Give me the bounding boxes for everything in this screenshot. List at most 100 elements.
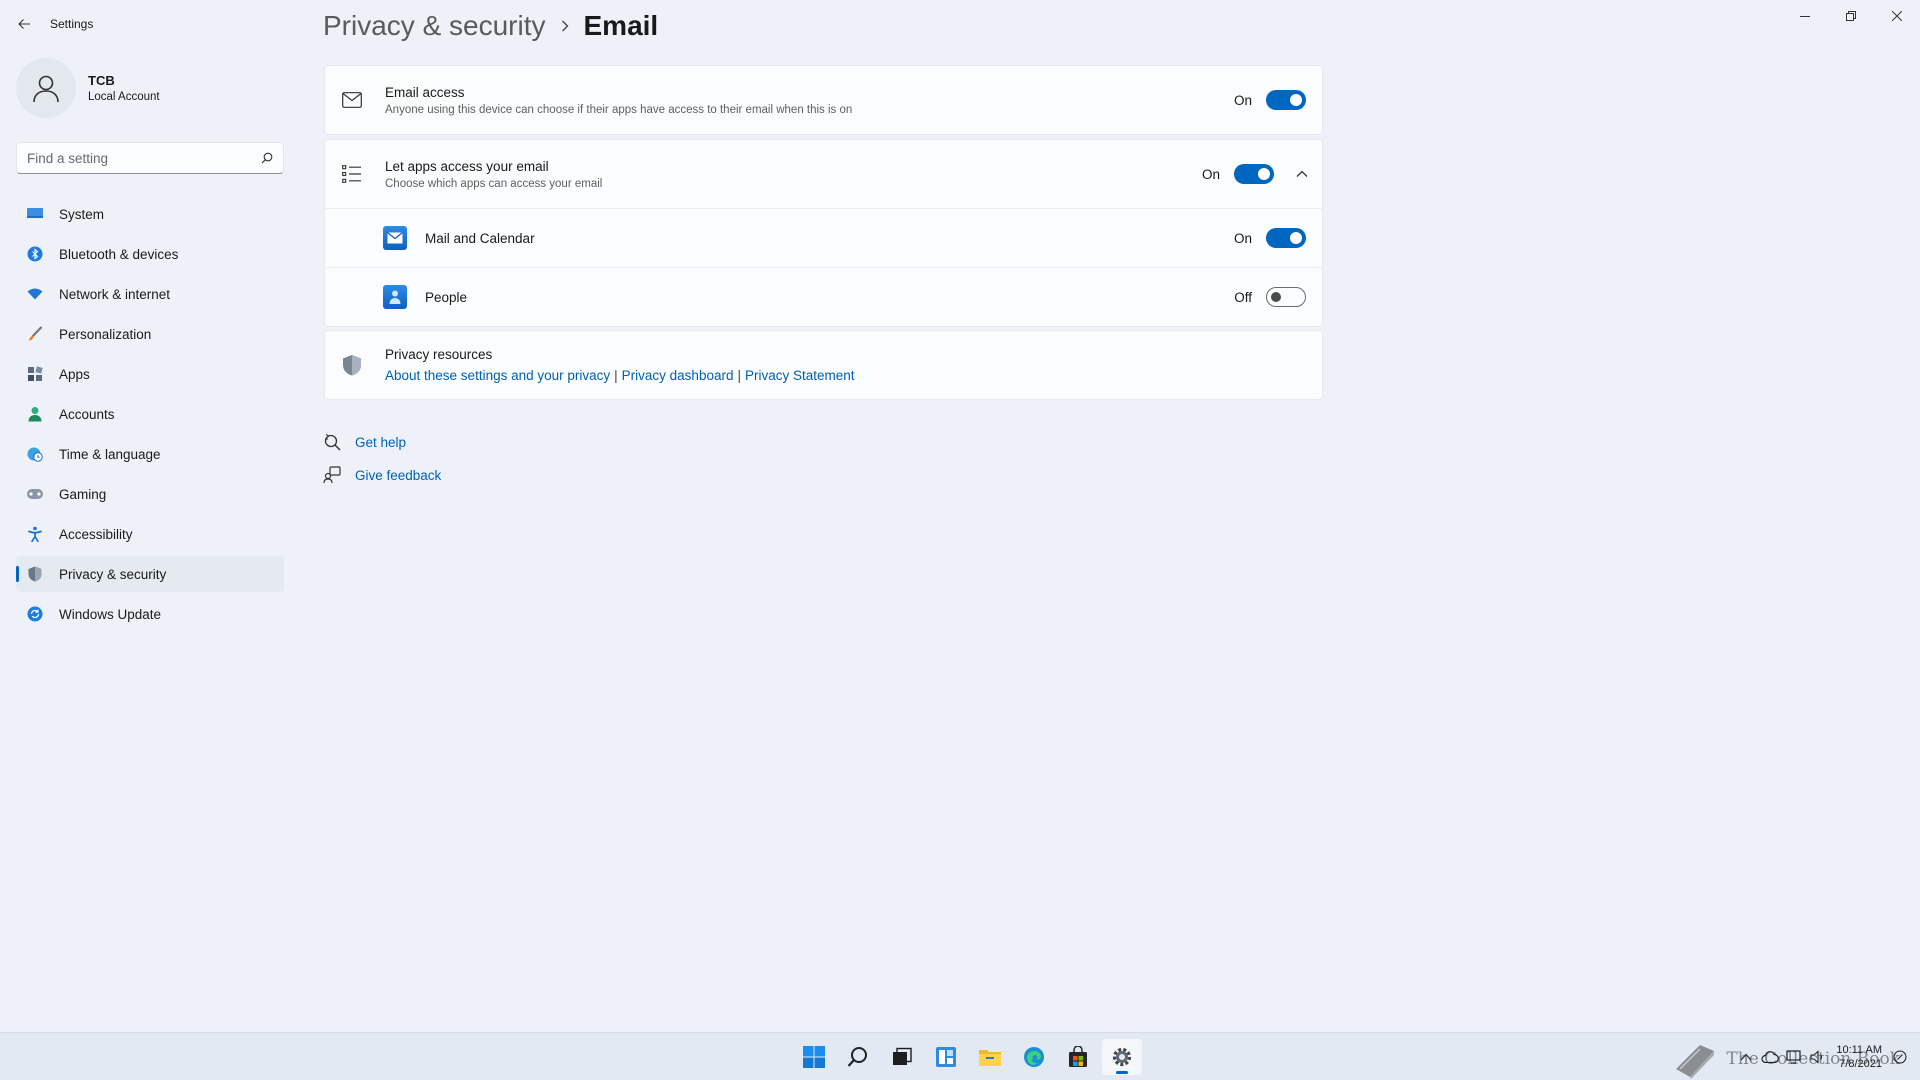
link-separator: | — [737, 368, 741, 383]
wifi-icon — [26, 285, 44, 303]
shield-icon — [341, 354, 363, 376]
sidebar-item-label: Personalization — [59, 326, 152, 342]
link-separator: | — [614, 368, 618, 383]
chevron-up-icon[interactable] — [1290, 162, 1314, 186]
apps-access-state: On — [1201, 166, 1220, 182]
minimize-button[interactable] — [1782, 0, 1828, 32]
sidebar-item-bluetooth[interactable]: Bluetooth & devices — [16, 236, 284, 272]
sidebar-item-label: Time & language — [59, 446, 161, 462]
apps-access-card: Let apps access your email Choose which … — [324, 139, 1323, 327]
about-privacy-link[interactable]: About these settings and your privacy — [385, 368, 610, 383]
user-profile[interactable]: TCB Local Account — [16, 58, 160, 118]
store-button[interactable] — [1058, 1039, 1098, 1075]
sidebar-item-label: Accessibility — [59, 526, 133, 542]
file-explorer-button[interactable] — [970, 1039, 1010, 1075]
privacy-links: About these settings and your privacy | Pr… — [385, 368, 855, 383]
apps-access-toggle[interactable] — [1234, 164, 1274, 184]
app-title: Settings — [50, 17, 94, 31]
apps-access-title: Let apps access your email — [385, 158, 549, 174]
system-icon — [26, 205, 44, 223]
volume-icon[interactable] — [1806, 1045, 1830, 1069]
sidebar-item-apps[interactable]: Apps — [16, 356, 284, 392]
back-arrow-icon — [18, 19, 30, 29]
sidebar-item-gaming[interactable]: Gaming — [16, 476, 284, 512]
sidebar-item-privacy-security[interactable]: Privacy & security — [16, 556, 284, 592]
globe-clock-icon — [26, 445, 44, 463]
sidebar-item-label: Bluetooth & devices — [59, 246, 179, 262]
search-icon — [847, 1047, 867, 1067]
sidebar-item-label: Gaming — [59, 486, 107, 502]
app-state: On — [1233, 230, 1252, 246]
store-icon — [1069, 1046, 1087, 1067]
email-access-toggle[interactable] — [1266, 90, 1306, 110]
system-tray: 10:11 AM 7/8/2021 — [1734, 1033, 1912, 1080]
search-input[interactable] — [27, 150, 261, 166]
email-access-state: On — [1233, 92, 1252, 108]
sidebar-item-label: System — [59, 206, 105, 222]
sidebar-item-accounts[interactable]: Accounts — [16, 396, 284, 432]
chevron-up-icon[interactable] — [1734, 1045, 1758, 1069]
sidebar-item-label: Windows Update — [59, 606, 162, 622]
settings-taskbar-button[interactable] — [1102, 1039, 1142, 1075]
apps-access-row[interactable]: Let apps access your email Choose which … — [325, 140, 1322, 208]
shield-icon — [26, 565, 44, 583]
accounts-icon — [26, 405, 44, 423]
app-name: Mail and Calendar — [425, 230, 535, 246]
network-icon[interactable] — [1782, 1045, 1806, 1069]
edge-icon — [1024, 1047, 1044, 1067]
close-button[interactable] — [1874, 0, 1920, 32]
sidebar-item-network[interactable]: Network & internet — [16, 276, 284, 312]
close-icon — [1892, 11, 1902, 21]
settings-icon — [1112, 1047, 1132, 1067]
mail-icon — [341, 89, 363, 111]
app-row-mail-calendar: Mail and Calendar On — [325, 209, 1322, 267]
avatar — [16, 58, 76, 118]
apps-access-description: Choose which apps can access your email — [385, 177, 603, 190]
privacy-resources-title: Privacy resources — [385, 347, 493, 362]
privacy-statement-link[interactable]: Privacy Statement — [745, 368, 855, 383]
breadcrumb-parent[interactable]: Privacy & security — [323, 10, 546, 42]
sidebar-item-system[interactable]: System — [16, 196, 284, 232]
app-state: Off — [1234, 289, 1252, 305]
privacy-dashboard-link[interactable]: Privacy dashboard — [622, 368, 734, 383]
privacy-resources-card: Privacy resources About these settings a… — [324, 330, 1323, 400]
apps-icon — [26, 365, 44, 383]
sidebar-item-label: Accounts — [59, 406, 115, 422]
help-section: Get help Give feedback — [323, 432, 441, 498]
sidebar-item-accessibility[interactable]: Accessibility — [16, 516, 284, 552]
search-icon[interactable] — [261, 152, 273, 164]
list-icon — [341, 163, 363, 185]
brush-icon — [26, 325, 44, 343]
sidebar-item-time-language[interactable]: Time & language — [16, 436, 284, 472]
sidebar-item-label: Privacy & security — [59, 566, 167, 582]
give-feedback-link[interactable]: Give feedback — [323, 465, 441, 485]
start-button[interactable] — [794, 1039, 834, 1075]
people-toggle[interactable] — [1266, 287, 1306, 307]
minimize-icon — [1800, 16, 1810, 17]
notifications-icon[interactable] — [1888, 1045, 1912, 1069]
task-view-icon — [893, 1047, 912, 1065]
mail-calendar-toggle[interactable] — [1266, 228, 1306, 248]
restore-button[interactable] — [1828, 0, 1874, 32]
profile-name: TCB — [88, 73, 115, 88]
email-access-row: Email access Anyone using this device ca… — [325, 66, 1322, 134]
chevron-right-icon — [560, 19, 570, 33]
sidebar-item-windows-update[interactable]: Windows Update — [16, 596, 284, 632]
people-icon — [383, 285, 407, 309]
task-view-button[interactable] — [882, 1039, 922, 1075]
start-icon — [803, 1046, 825, 1068]
get-help-link[interactable]: Get help — [323, 432, 441, 452]
widgets-button[interactable] — [926, 1039, 966, 1075]
app-name: People — [425, 289, 468, 305]
give-feedback-label: Give feedback — [355, 467, 442, 483]
search-box[interactable] — [16, 142, 284, 174]
privacy-resources-row: Privacy resources About these settings a… — [325, 331, 1322, 399]
clock[interactable]: 10:11 AM 7/8/2021 — [1836, 1043, 1882, 1071]
taskbar-search-button[interactable] — [838, 1039, 878, 1075]
cloud-icon[interactable] — [1758, 1045, 1782, 1069]
sidebar-item-personalization[interactable]: Personalization — [16, 316, 284, 352]
sidebar-item-label: Apps — [59, 366, 90, 382]
sidebar-item-label: Network & internet — [59, 286, 171, 302]
back-button[interactable] — [10, 10, 38, 38]
edge-button[interactable] — [1014, 1039, 1054, 1075]
